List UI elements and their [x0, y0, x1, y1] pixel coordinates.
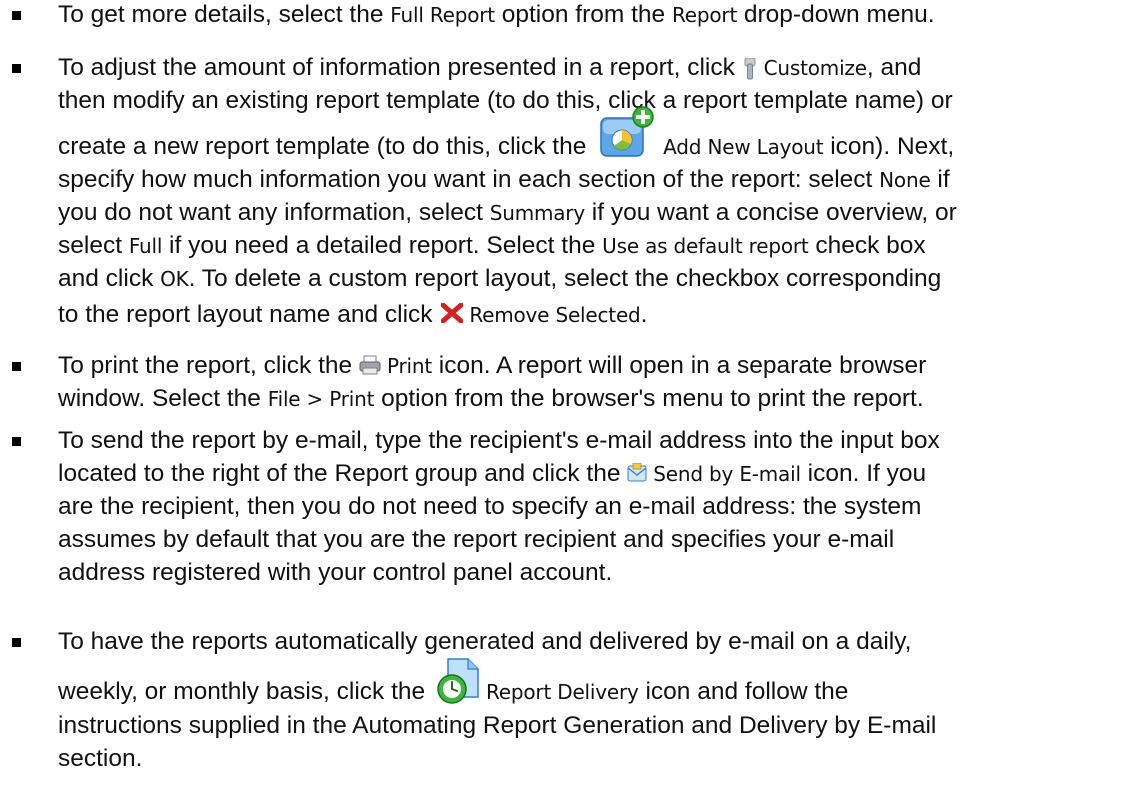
bullet	[12, 64, 21, 73]
bullet	[12, 638, 21, 647]
none-option: None	[879, 168, 931, 192]
report-menu-label: Report	[671, 3, 738, 27]
print-icon	[359, 355, 381, 375]
send-by-email-icon	[627, 462, 647, 483]
bullet	[12, 437, 21, 446]
report-delivery-label: Report Delivery	[485, 680, 639, 704]
report-delivery-icon	[436, 657, 480, 705]
summary-option: Summary	[489, 201, 585, 225]
ok-label: OK	[160, 267, 189, 291]
remove-selected-label: Remove Selected	[469, 303, 641, 327]
add-new-layout-label: Add New Layout	[663, 135, 824, 159]
document: To get more details, select the Full Rep…	[0, 0, 1136, 805]
print-label: Print	[386, 354, 432, 378]
customize-label: Customize	[763, 56, 867, 80]
use-as-default-report-label: Use as default report	[602, 234, 809, 258]
bullet	[12, 362, 21, 371]
full-report-option: Full Report	[390, 3, 495, 27]
send-by-email-label: Send by E-mail	[653, 462, 801, 486]
remove-icon	[441, 302, 464, 323]
add-new-layout-icon	[599, 105, 657, 158]
customize-icon	[744, 57, 756, 80]
full-option: Full	[128, 234, 163, 258]
bullet	[12, 11, 21, 20]
file-print-label: File > Print	[267, 387, 375, 411]
